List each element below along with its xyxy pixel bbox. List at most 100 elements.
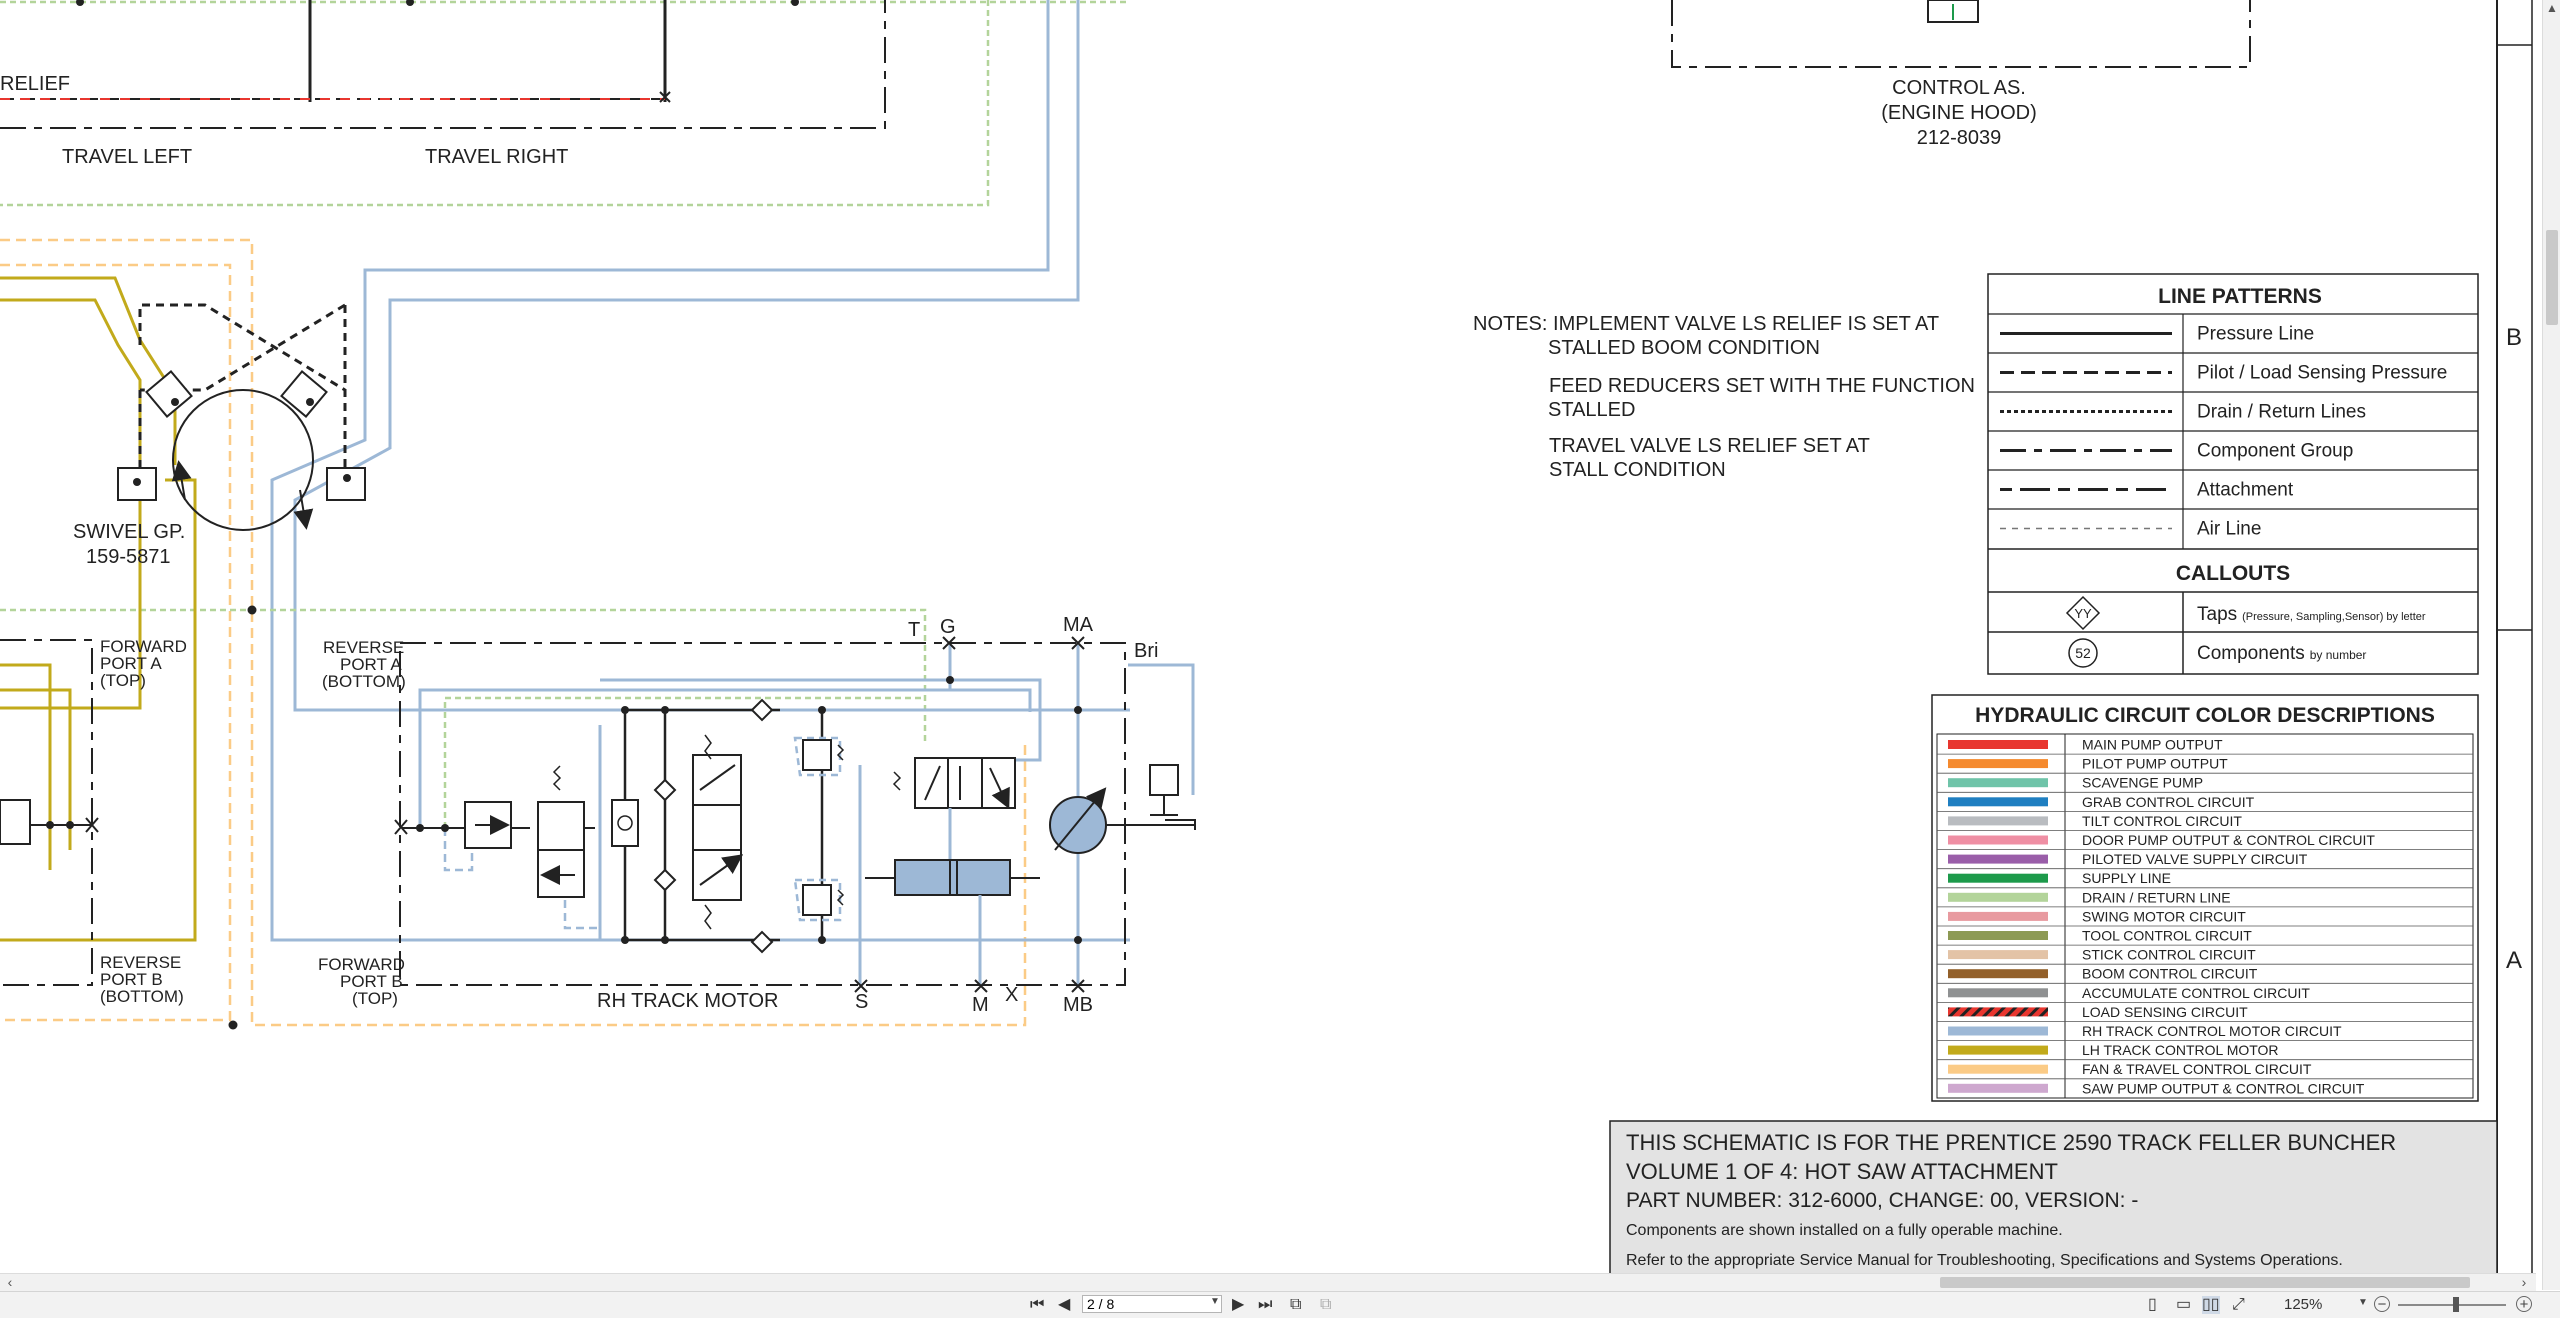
color-swatch [1948, 797, 2048, 807]
color-swatch [1948, 835, 2048, 845]
color-swatch [1948, 1045, 2048, 1055]
color-description-label: PILOT PUMP OUTPUT [2082, 756, 2228, 772]
color-swatch [1948, 892, 2048, 902]
scroll-left-icon[interactable]: ‹ [2, 1274, 18, 1291]
note-3-line-2: STALL CONDITION [1549, 459, 1726, 481]
next-page-icon[interactable]: ▶ [1232, 1296, 1244, 1314]
zoom-level[interactable]: 125% [2284, 1296, 2322, 1313]
color-swatch [1948, 950, 2048, 960]
color-swatch [1948, 988, 2048, 998]
svg-text:(ENGINE HOOD): (ENGINE HOOD) [1881, 102, 2037, 124]
swivel-label: SWIVEL GP. [73, 521, 185, 543]
zoom-out-icon[interactable]: − [2374, 1296, 2390, 1312]
color-swatch [1948, 911, 2048, 921]
sheet-border: B A [2496, 0, 2533, 1291]
scroll-up-icon[interactable]: ▲ [2543, 0, 2560, 16]
svg-text:(BOTTOM): (BOTTOM) [322, 672, 406, 691]
page-number-input[interactable] [1082, 1295, 1222, 1313]
color-description-label: TILT CONTROL CIRCUIT [2082, 813, 2242, 829]
schematic-page: RELIEF TRAVEL LEFT TRAVEL RIGHT SWIVEL G… [0, 0, 2533, 1291]
line-pattern-label: Pressure Line [2197, 324, 2314, 345]
color-description-label: GRAB CONTROL CIRCUIT [2082, 794, 2255, 810]
color-swatch [1948, 1007, 2048, 1017]
color-description-label: ACCUMULATE CONTROL CIRCUIT [2082, 985, 2310, 1001]
port-s-label: S [855, 991, 868, 1013]
two-page-view-icon[interactable]: ▯▯ [2202, 1296, 2220, 1314]
info-line-3: PART NUMBER: 312-6000, CHANGE: 00, VERSI… [1626, 1189, 2138, 1212]
first-page-icon[interactable]: ⏮ [1030, 1296, 1044, 1314]
color-description-label: DRAIN / RETURN LINE [2082, 889, 2231, 905]
line-pattern-label: Component Group [2197, 441, 2353, 462]
svg-text:212-8039: 212-8039 [1917, 127, 2002, 149]
color-description-label: TOOL CONTROL CIRCUIT [2082, 928, 2252, 944]
color-description-label: LH TRACK CONTROL MOTOR [2082, 1042, 2279, 1058]
line-patterns-title: LINE PATTERNS [2158, 285, 2322, 308]
single-page-view-icon[interactable]: ▯ [2148, 1296, 2157, 1314]
info-line-2: VOLUME 1 OF 4: HOT SAW ATTACHMENT [1626, 1159, 2058, 1184]
horizontal-scroll-thumb[interactable] [1940, 1277, 2470, 1288]
title-info-box: THIS SCHEMATIC IS FOR THE PRENTICE 2590 … [1609, 1120, 2498, 1291]
color-description-label: MAIN PUMP OUTPUT [2082, 737, 2223, 753]
color-swatch [1948, 969, 2048, 979]
vertical-scroll-thumb[interactable] [2546, 230, 2558, 325]
line-pattern-label: Drain / Return Lines [2197, 402, 2366, 423]
fit-page-icon[interactable]: ⤢ [2232, 1296, 2245, 1314]
insert-page-icon[interactable]: ⧉ [1290, 1296, 1301, 1314]
port-m-label: M [972, 994, 989, 1016]
line-pattern-label: Air Line [2197, 519, 2261, 540]
color-swatch [1948, 1064, 2048, 1074]
components-symbol: 52 [2075, 645, 2091, 661]
delete-page-icon[interactable]: ⧉ [1320, 1296, 1331, 1314]
color-description-label: DOOR PUMP OUTPUT & CONTROL CIRCUIT [2082, 832, 2375, 848]
swivel-part-label: 159-5871 [86, 546, 171, 568]
info-line-5: Refer to the appropriate Service Manual … [1626, 1252, 2343, 1269]
color-swatch [1948, 854, 2048, 864]
control-assembly-label: CONTROL AS. [1892, 77, 2026, 99]
continuous-view-icon[interactable]: ▭ [2176, 1296, 2191, 1314]
port-x-label: X [1005, 984, 1018, 1006]
port-ma-label: MA [1063, 614, 1094, 636]
color-swatch [1948, 1026, 2048, 1036]
previous-page-icon[interactable]: ◀ [1058, 1296, 1070, 1314]
port-g-label: G [940, 616, 956, 638]
color-swatch [1948, 759, 2048, 769]
last-page-icon[interactable]: ⏭ [1258, 1296, 1272, 1314]
horizontal-scrollbar[interactable]: ‹ › [0, 1273, 2536, 1291]
zoom-slider[interactable] [2398, 1304, 2506, 1306]
note-2-line-2: STALLED [1548, 399, 1635, 421]
color-description-label: PILOTED VALVE SUPPLY CIRCUIT [2082, 851, 2308, 867]
color-description-label: BOOM CONTROL CIRCUIT [2082, 966, 2258, 982]
color-swatch [1948, 1083, 2048, 1093]
color-swatch [1948, 931, 2048, 940]
zoom-in-icon[interactable]: + [2516, 1296, 2532, 1312]
travel-valve-group: RELIEF TRAVEL LEFT TRAVEL RIGHT [0, 0, 1130, 207]
color-description-label: LOAD SENSING CIRCUIT [2082, 1004, 2248, 1020]
port-bri-label: Bri [1134, 640, 1158, 662]
control-assembly: CONTROL AS. (ENGINE HOOD) 212-8039 [1671, 0, 2251, 149]
notes: NOTES: IMPLEMENT VALVE LS RELIEF IS SET … [1473, 313, 1975, 481]
vertical-scrollbar[interactable]: ▲ [2542, 0, 2560, 1290]
svg-text:(BOTTOM): (BOTTOM) [100, 987, 184, 1006]
line-pattern-label: Attachment [2197, 480, 2294, 501]
color-swatch [1948, 816, 2048, 826]
color-description-label: STICK CONTROL CIRCUIT [2082, 947, 2256, 963]
color-descriptions-legend: HYDRAULIC CIRCUIT COLOR DESCRIPTIONS MAI… [1931, 694, 2479, 1102]
line-pattern-label: Pilot / Load Sensing Pressure [2197, 363, 2447, 384]
zoom-slider-knob[interactable] [2453, 1297, 2459, 1312]
port-t-label: T [908, 619, 920, 641]
color-description-label: RH TRACK CONTROL MOTOR CIRCUIT [2082, 1023, 2342, 1039]
page-dropdown-icon[interactable]: ▼ [1210, 1296, 1220, 1307]
document-viewer: RELIEF TRAVEL LEFT TRAVEL RIGHT SWIVEL G… [0, 0, 2560, 1317]
svg-text:(TOP): (TOP) [100, 671, 146, 690]
zoom-dropdown-icon[interactable]: ▼ [2358, 1297, 2368, 1308]
color-description-label: SCAVENGE PUMP [2082, 775, 2203, 791]
scroll-right-icon[interactable]: › [2516, 1274, 2532, 1291]
port-mb-label: MB [1063, 994, 1093, 1016]
relief-label: RELIEF [0, 73, 70, 95]
color-description-label: SAW PUMP OUTPUT & CONTROL CIRCUIT [2082, 1080, 2365, 1096]
color-swatch [1948, 873, 2048, 883]
zone-b-label: B [2506, 324, 2522, 351]
status-bar: ⏮ ◀ ▼ ▶ ⏭ ⧉ ⧉ ▯ ▭ ▯▯ ⤢ 125% ▼ − + [0, 1291, 2560, 1318]
color-description-label: SWING MOTOR CIRCUIT [2082, 908, 2246, 924]
note-1-line-1: NOTES: IMPLEMENT VALVE LS RELIEF IS SET … [1473, 313, 1939, 335]
